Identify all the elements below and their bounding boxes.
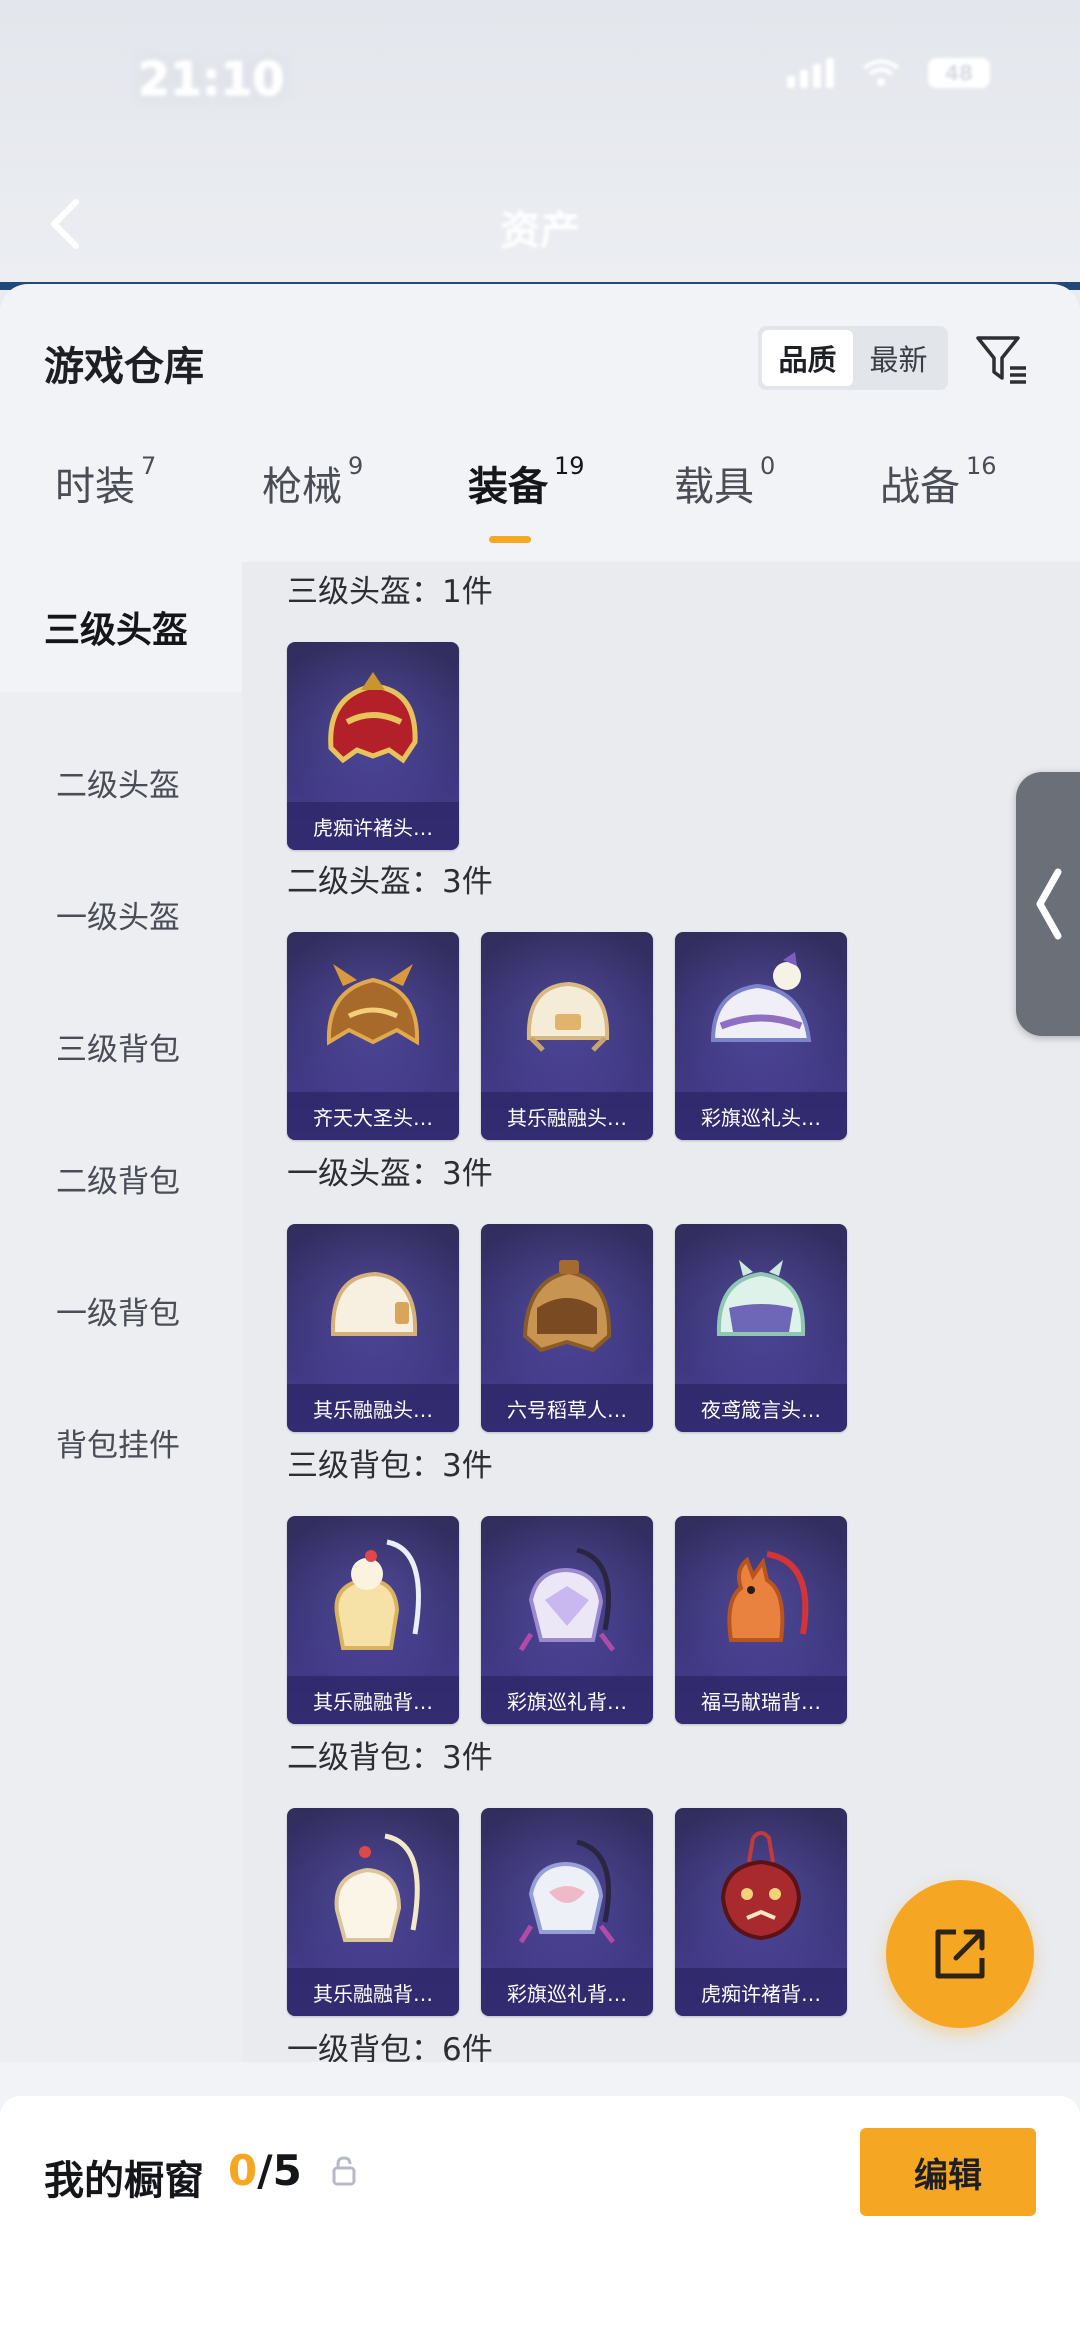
item-name: 六号稻草人… xyxy=(481,1384,653,1432)
sort-quality-button[interactable]: 品质 xyxy=(762,330,853,386)
showcase-total: /5 xyxy=(257,2146,302,2195)
share-icon xyxy=(935,1929,985,1979)
scarecrow-helmet-icon xyxy=(522,1260,612,1353)
horse-backpack-icon xyxy=(727,1551,809,1642)
tab-count: 7 xyxy=(141,452,157,480)
item-name: 其乐融融头… xyxy=(481,1092,653,1140)
item-card[interactable]: 彩旗巡礼头… xyxy=(675,932,847,1140)
item-card[interactable]: 彩旗巡礼背… xyxy=(481,1808,653,2016)
status-time: 21:10 xyxy=(138,52,285,106)
showcase-bar: 我的橱窗 0/5 编辑 xyxy=(0,2096,1080,2341)
nav-title: 资产 xyxy=(500,208,580,254)
active-tab-indicator xyxy=(489,536,531,543)
section-title: 二级背包：3件 xyxy=(287,1740,493,1776)
tab-count: 16 xyxy=(966,452,997,480)
item-card[interactable]: 齐天大圣头… xyxy=(287,932,459,1140)
subcategory-item[interactable]: 二级头盔 xyxy=(0,717,242,847)
cream-helmet-icon xyxy=(330,1271,418,1336)
tab-count: 0 xyxy=(760,452,776,480)
tab-label: 枪械 xyxy=(262,464,342,510)
section-title: 二级头盔：3件 xyxy=(287,864,493,900)
tab-fashion[interactable]: 时装 7 xyxy=(55,452,157,512)
tab-vehicles[interactable]: 载具 0 xyxy=(674,452,776,512)
section-title: 一级背包：6件 xyxy=(287,2032,493,2062)
item-card[interactable]: 虎痴许褚头… xyxy=(287,642,459,850)
item-card[interactable]: 其乐融融背… xyxy=(287,1516,459,1724)
subcategory-list: 三级头盔 二级头盔 一级头盔 三级背包 二级背包 一级背包 背包挂件 xyxy=(0,562,242,2062)
parade-backpack-icon xyxy=(518,1547,615,1652)
section-title: 三级背包：3件 xyxy=(287,1448,493,1484)
sort-toggle: 品质 最新 xyxy=(758,326,948,390)
showcase-count: 0/5 xyxy=(228,2146,302,2195)
top-bar: 21:10 48 资产 xyxy=(0,0,1080,290)
parade-helmet-icon xyxy=(710,952,812,1042)
tab-supplies[interactable]: 战备 16 xyxy=(880,452,997,512)
tab-count: 9 xyxy=(348,452,364,480)
tab-guns[interactable]: 枪械 9 xyxy=(262,452,364,512)
item-name: 其乐融融背… xyxy=(287,1676,459,1724)
cake-backpack-icon xyxy=(334,1833,420,1942)
drawer-handle[interactable] xyxy=(1016,772,1080,1036)
item-card[interactable]: 其乐融融背… xyxy=(287,1808,459,2016)
subcategory-item[interactable]: 三级头盔 xyxy=(0,562,242,692)
tab-label: 战备 xyxy=(880,464,960,510)
showcase-label: 我的橱窗 xyxy=(44,2158,204,2204)
cake-backpack-icon xyxy=(334,1539,421,1650)
subcategory-item[interactable]: 一级背包 xyxy=(0,1245,242,1375)
gold-helmet-icon xyxy=(326,964,420,1046)
subcategory-item[interactable]: 背包挂件 xyxy=(0,1377,242,1507)
cream-helmet-icon xyxy=(526,981,610,1052)
parade-backpack-icon xyxy=(518,1839,615,1944)
section-title: 三级头盔：1件 xyxy=(287,574,493,610)
red-helmet-icon xyxy=(328,672,418,764)
section-title: 一级头盔：3件 xyxy=(287,1156,493,1192)
battery-icon: 48 xyxy=(928,58,990,88)
warehouse-sheet: 游戏仓库 品质 最新 时装 7 枪械 9 装备 19 载具 0 战备 16 三级… xyxy=(0,284,1080,2341)
item-name: 其乐融融头… xyxy=(287,1384,459,1432)
item-card[interactable]: 其乐融融头… xyxy=(481,932,653,1140)
edit-button[interactable]: 编辑 xyxy=(860,2128,1036,2216)
tab-count: 19 xyxy=(554,452,585,480)
tiger-backpack-icon xyxy=(720,1831,802,1941)
filter-icon[interactable] xyxy=(972,330,1032,390)
item-grid: 三级头盔：1件 虎痴许褚头… 二级头盔：3件 齐天大圣头… 其乐融融头… 彩旗巡… xyxy=(242,562,1080,2062)
subcategory-item[interactable]: 二级背包 xyxy=(0,1113,242,1243)
item-name: 其乐融融背… xyxy=(287,1968,459,2016)
item-name: 彩旗巡礼背… xyxy=(481,1676,653,1724)
tab-label: 载具 xyxy=(674,464,754,510)
mint-helmet-icon xyxy=(716,1260,806,1336)
item-card[interactable]: 彩旗巡礼背… xyxy=(481,1516,653,1724)
item-name: 虎痴许褚背… xyxy=(675,1968,847,2016)
tab-label: 装备 xyxy=(468,464,548,510)
item-name: 夜鸢箴言头… xyxy=(675,1384,847,1432)
item-card[interactable]: 夜鸢箴言头… xyxy=(675,1224,847,1432)
item-name: 福马献瑞背… xyxy=(675,1676,847,1724)
item-card[interactable]: 虎痴许褚背… xyxy=(675,1808,847,2016)
item-name: 虎痴许褚头… xyxy=(287,802,459,850)
subcategory-item[interactable]: 三级背包 xyxy=(0,981,242,1111)
showcase-current: 0 xyxy=(228,2146,258,2195)
item-name: 彩旗巡礼头… xyxy=(675,1092,847,1140)
lock-icon xyxy=(332,2156,356,2186)
signal-icon xyxy=(787,58,834,88)
item-name: 齐天大圣头… xyxy=(287,1092,459,1140)
status-icons: 48 xyxy=(787,58,990,88)
item-name: 彩旗巡礼背… xyxy=(481,1968,653,2016)
item-card[interactable]: 其乐融融头… xyxy=(287,1224,459,1432)
wifi-icon xyxy=(862,59,900,86)
share-button[interactable] xyxy=(886,1880,1034,2028)
item-card[interactable]: 福马献瑞背… xyxy=(675,1516,847,1724)
sheet-title: 游戏仓库 xyxy=(44,344,204,390)
category-tabs: 时装 7 枪械 9 装备 19 载具 0 战备 16 xyxy=(0,452,1080,544)
tab-label: 时装 xyxy=(55,464,135,510)
subcategory-item[interactable]: 一级头盔 xyxy=(0,849,242,979)
tab-equipment[interactable]: 装备 19 xyxy=(468,452,585,512)
sort-latest-button[interactable]: 最新 xyxy=(853,330,944,386)
chevron-left-icon xyxy=(1036,868,1062,940)
item-card[interactable]: 六号稻草人… xyxy=(481,1224,653,1432)
